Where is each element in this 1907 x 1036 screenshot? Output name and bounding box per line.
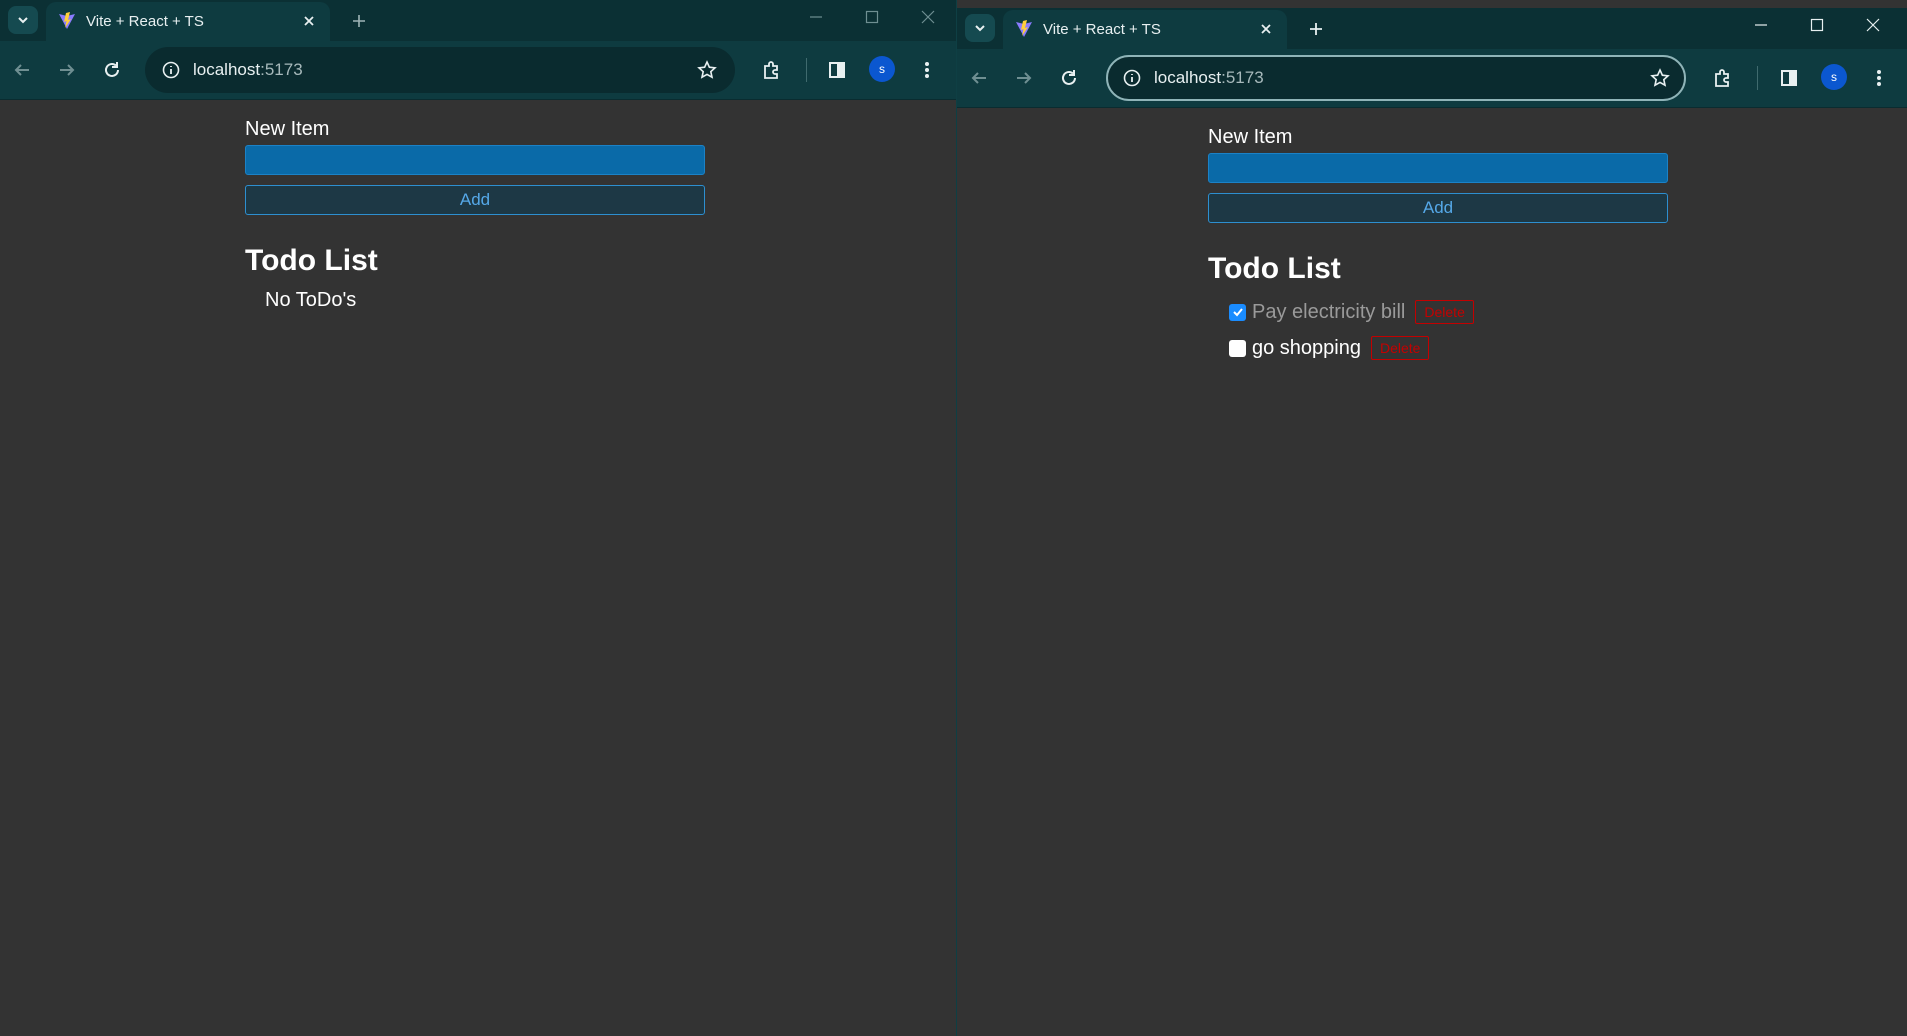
kebab-menu-icon	[1877, 70, 1881, 86]
checkmark-icon	[1232, 308, 1243, 317]
back-button[interactable]	[962, 61, 996, 95]
star-icon	[697, 60, 717, 79]
url-text: localhost:5173	[1154, 68, 1264, 87]
new-tab-button[interactable]	[344, 6, 374, 36]
menu-button[interactable]	[910, 53, 944, 87]
reload-icon	[1062, 70, 1076, 85]
close-icon	[1866, 18, 1880, 32]
puzzle-icon	[1715, 69, 1729, 87]
side-panel-icon	[829, 62, 845, 78]
empty-state-text: No ToDo's	[265, 289, 357, 311]
todo-list-header: Todo List	[1208, 252, 1341, 285]
new-item-label: New Item	[245, 118, 330, 140]
minimize-button[interactable]	[788, 0, 844, 34]
new-item-label: New Item	[1208, 126, 1293, 148]
new-item-input[interactable]	[1208, 153, 1668, 183]
new-item-input[interactable]	[245, 145, 705, 175]
todo-item: Pay electricity bill Delete	[1229, 294, 1474, 330]
profile-avatar[interactable]: s	[1821, 64, 1847, 90]
plus-icon	[353, 15, 365, 27]
address-bar[interactable]: localhost:5173	[1106, 55, 1686, 101]
chevron-down-icon	[18, 17, 28, 24]
todo-checkbox[interactable]	[1229, 339, 1246, 357]
maximize-button[interactable]	[1789, 8, 1845, 42]
side-panel-button[interactable]	[1772, 61, 1806, 95]
todo-item: go shopping Delete	[1229, 330, 1474, 366]
extensions-button[interactable]	[755, 53, 789, 87]
browser-tab[interactable]: Vite + React + TS	[46, 2, 330, 41]
tab-search-button[interactable]	[8, 6, 38, 34]
add-button[interactable]: Add	[1208, 193, 1668, 223]
reload-button[interactable]	[95, 53, 129, 87]
page-content: New Item Add Todo List Pay electricity b…	[957, 108, 1907, 1036]
bookmark-button[interactable]	[1648, 66, 1672, 90]
back-button[interactable]	[5, 53, 39, 87]
plus-icon	[1310, 23, 1322, 35]
reload-button[interactable]	[1052, 61, 1086, 95]
add-button[interactable]: Add	[245, 185, 705, 215]
close-window-button[interactable]	[1845, 8, 1901, 42]
browser-toolbar: localhost:5173 s	[957, 49, 1907, 108]
browser-window-left: Vite + React + TS localhost:5173 s New I…	[0, 0, 956, 1036]
forward-button[interactable]	[50, 53, 84, 87]
browser-window-right: Vite + React + TS localhost:5173 s New I…	[957, 8, 1907, 1036]
puzzle-icon	[764, 61, 778, 79]
tab-strip: Vite + React + TS	[0, 0, 956, 41]
arrow-left-icon	[14, 64, 29, 76]
todo-list-header: Todo List	[245, 244, 378, 277]
new-tab-button[interactable]	[1301, 14, 1331, 44]
close-icon	[1261, 24, 1271, 34]
close-icon	[304, 16, 314, 26]
maximize-icon	[865, 10, 879, 24]
arrow-right-icon	[1017, 72, 1032, 84]
forward-button[interactable]	[1007, 61, 1041, 95]
chevron-down-icon	[975, 25, 985, 32]
maximize-button[interactable]	[844, 0, 900, 34]
bookmark-button[interactable]	[695, 58, 719, 82]
browser-toolbar: localhost:5173 s	[0, 41, 956, 100]
arrow-right-icon	[60, 64, 75, 76]
new-item-form: New Item Add	[245, 118, 705, 215]
browser-tab[interactable]: Vite + React + TS	[1003, 10, 1287, 49]
info-circle-icon	[162, 61, 180, 79]
todo-checkbox[interactable]	[1229, 303, 1246, 321]
minimize-icon	[810, 16, 822, 18]
close-window-button[interactable]	[900, 0, 956, 34]
kebab-menu-icon	[925, 62, 929, 78]
menu-button[interactable]	[1862, 61, 1896, 95]
address-bar[interactable]: localhost:5173	[145, 47, 735, 93]
todo-title: go shopping	[1252, 336, 1361, 359]
new-item-form: New Item Add	[1208, 126, 1668, 223]
maximize-icon	[1810, 18, 1824, 32]
info-circle-icon	[1123, 69, 1141, 87]
tab-close-button[interactable]	[298, 10, 320, 32]
toolbar-separator	[1757, 66, 1758, 90]
extensions-button[interactable]	[1706, 61, 1740, 95]
minimize-button[interactable]	[1733, 8, 1789, 42]
delete-button[interactable]: Delete	[1370, 336, 1430, 360]
reload-icon	[105, 62, 119, 77]
close-icon	[921, 10, 935, 24]
tab-strip: Vite + React + TS	[957, 8, 1907, 49]
url-text: localhost:5173	[193, 60, 303, 79]
arrow-left-icon	[971, 72, 986, 84]
side-panel-icon	[1781, 70, 1797, 86]
side-panel-button[interactable]	[820, 53, 854, 87]
site-info-button[interactable]	[1120, 66, 1144, 90]
page-content: New Item Add Todo List No ToDo's	[0, 100, 956, 1036]
tab-title: Vite + React + TS	[86, 13, 204, 30]
minimize-icon	[1755, 24, 1767, 26]
vite-logo-icon	[1016, 20, 1032, 37]
tab-search-button[interactable]	[965, 14, 995, 42]
todo-title: Pay electricity bill	[1252, 300, 1406, 323]
vite-logo-icon	[59, 12, 75, 29]
star-icon	[1650, 68, 1670, 87]
toolbar-separator	[806, 58, 807, 82]
tab-close-button[interactable]	[1255, 18, 1277, 40]
tab-title: Vite + React + TS	[1043, 21, 1161, 38]
profile-avatar[interactable]: s	[869, 56, 895, 82]
todo-list: Pay electricity bill Delete go shopping Del…	[1229, 294, 1474, 366]
site-info-button[interactable]	[159, 58, 183, 82]
delete-button[interactable]: Delete	[1415, 300, 1474, 324]
